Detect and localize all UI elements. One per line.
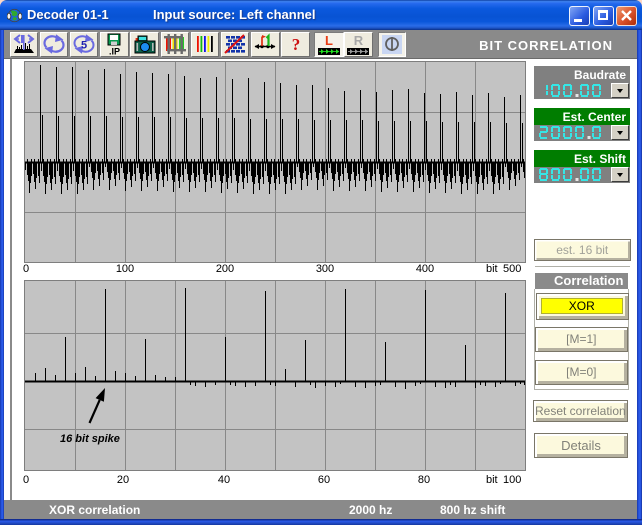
svg-text:?: ? xyxy=(291,35,300,54)
svg-text:.IP: .IP xyxy=(109,47,120,56)
svg-text:5: 5 xyxy=(81,40,87,52)
